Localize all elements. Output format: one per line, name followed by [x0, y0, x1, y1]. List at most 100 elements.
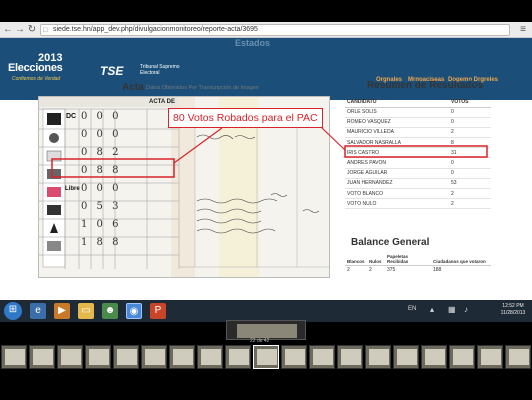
filmstrip-thumbnail[interactable] — [1, 345, 27, 369]
candidate-votes: 0 — [449, 157, 491, 169]
filmstrip-thumbnail[interactable] — [309, 345, 335, 369]
filmstrip-thumbnail[interactable] — [505, 345, 531, 369]
results-row: ROMEO VASQUEZ 0 — [345, 117, 491, 128]
form-header: ACTA DE — [149, 99, 175, 105]
people-icon[interactable]: ☻ — [102, 303, 118, 319]
powerpoint-icon[interactable]: P — [150, 303, 166, 319]
balance-blancos: 2 — [347, 267, 350, 274]
balance-table: Blancos Nulos Papeletas Recibidas Ciudad… — [345, 253, 491, 275]
filmstrip-thumbnail[interactable] — [477, 345, 503, 369]
vote-row: 0 5 3 — [81, 201, 122, 212]
party-code-libre: Libre — [65, 186, 80, 192]
vote-row: 0 8 8 — [81, 165, 122, 176]
language-indicator[interactable]: EN — [408, 306, 416, 312]
filmstrip-thumbnail[interactable] — [393, 345, 419, 369]
page-icon: □ — [43, 27, 48, 34]
results-title: Resumen de Resultados — [367, 80, 484, 91]
filmstrip-thumbnail[interactable] — [449, 345, 475, 369]
results-table: CANDIDATO VOTOS ORLE SOLIS 0 ROMEO VASQUEZ… — [345, 98, 491, 210]
candidate-votes: 0 — [449, 168, 491, 179]
explorer-icon[interactable]: e — [30, 303, 46, 319]
filmstrip-thumbnail[interactable] — [421, 345, 447, 369]
results-row: VOTO NULO 2 — [345, 198, 491, 210]
acta-subtitle: Datos Obtenidos Por Transcripción de Ima… — [146, 85, 259, 91]
filmstrip-thumbnail[interactable] — [29, 345, 55, 369]
system-tray: EN ▴ ▦ ♪ 12:52 PM 11/28/2013 — [408, 302, 528, 320]
elecciones-logo[interactable]: 2013 Elecciones Confiemos de Verdad — [8, 52, 70, 86]
vote-row: 0 0 0 — [81, 111, 122, 122]
url-field[interactable]: □ siede.tse.hn/app_dev.php/divulgacionmo… — [40, 24, 510, 36]
back-button[interactable]: ← — [2, 24, 14, 36]
ghost-heading: Estados — [235, 38, 271, 48]
filmstrip-thumbnail[interactable] — [113, 345, 139, 369]
candidate-name: JORGE AGUILAR — [345, 168, 449, 179]
results-row: VOTO BLANCO 2 — [345, 188, 491, 200]
candidate-votes: 8 — [449, 137, 491, 149]
vote-row: 0 0 0 — [81, 183, 122, 194]
candidate-name: VOTO NULO — [345, 198, 449, 210]
handwritten-votes: 0 0 0 0 0 0 0 8 2 0 8 8 0 0 0 0 5 3 1 0 … — [81, 111, 141, 255]
candidate-name: ORLE SOLIS — [345, 107, 449, 118]
candidate-votes: 2 — [449, 127, 491, 139]
filmstrip-thumbnail[interactable] — [225, 345, 251, 369]
filmstrip-thumbnail[interactable] — [337, 345, 363, 369]
reload-button[interactable]: ↻ — [26, 24, 38, 36]
filmstrip-thumbnail[interactable] — [85, 345, 111, 369]
candidate-name: IRIS CASTRO — [345, 147, 449, 159]
candidate-votes: 0 — [449, 117, 491, 128]
start-button[interactable]: ⊞ — [4, 302, 22, 320]
results-row: JORGE AGUILAR 0 — [345, 168, 491, 179]
results-row: MAURICIO VILLEDA 2 — [345, 127, 491, 139]
filmstrip-thumbnail[interactable] — [169, 345, 195, 369]
tse-subtitle: Tribunal Supremo Electoral — [140, 64, 180, 76]
balance-papeletas: 375 — [387, 267, 396, 274]
balance-row: 2 2 375 188 — [345, 266, 491, 275]
filmstrip-thumbnail[interactable] — [365, 345, 391, 369]
candidate-name: VOTO BLANCO — [345, 188, 449, 200]
col-blancos: Blancos — [345, 253, 367, 266]
clock[interactable]: 12:52 PM 11/28/2013 — [498, 303, 528, 317]
acta-title: Acta — [122, 82, 144, 93]
candidate-votes: 0 — [449, 107, 491, 118]
results-row: IRIS CASTRO 31 — [345, 147, 491, 159]
chrome-icon[interactable]: ◉ — [126, 303, 142, 319]
network-icon[interactable]: ▦ — [448, 305, 456, 314]
clock-date: 11/28/2013 — [500, 310, 526, 316]
results-panel: Resumen de Resultados CANDIDATO VOTOS OR… — [345, 78, 495, 278]
results-row: JUAN HERNANDEZ 53 — [345, 178, 491, 190]
screen: ← → ↻ □ siede.tse.hn/app_dev.php/divulga… — [0, 0, 532, 400]
filmstrip-thumbnail[interactable] — [281, 345, 307, 369]
active-slide-preview — [226, 320, 306, 340]
results-row: ANDRES PAVON 0 — [345, 157, 491, 169]
filmstrip-thumbnail[interactable] — [197, 345, 223, 369]
results-row: ORLE SOLIS 0 — [345, 107, 491, 118]
folder-icon[interactable]: ▭ — [78, 303, 94, 319]
candidate-votes: 2 — [449, 198, 491, 210]
filmstrip-thumbnail[interactable] — [141, 345, 167, 369]
vote-row: 0 0 0 — [81, 129, 122, 140]
tse-mark: TSE — [100, 64, 124, 78]
media-icon[interactable]: ▶ — [54, 303, 70, 319]
party-code-dc: DC — [66, 113, 77, 120]
balance-header-row: Blancos Nulos Papeletas Recibidas Ciudad… — [345, 253, 491, 266]
candidate-votes: 31 — [449, 147, 491, 159]
candidate-name: ANDRES PAVON — [345, 157, 449, 169]
vote-row: 1 8 8 — [81, 237, 122, 248]
vote-row: 1 0 6 — [81, 219, 122, 230]
col-nulos: Nulos — [367, 253, 385, 266]
browser-window: ← → ↻ □ siede.tse.hn/app_dev.php/divulga… — [0, 22, 532, 300]
tray-up-arrow-icon[interactable]: ▴ — [430, 305, 434, 314]
balance-nulos: 2 — [369, 267, 372, 274]
annotation-label: 80 Votos Robados para el PAC — [168, 108, 323, 128]
address-bar: ← → ↻ □ siede.tse.hn/app_dev.php/divulga… — [0, 22, 532, 38]
col-papeletas: Papeletas Recibidas — [385, 253, 431, 266]
filmstrip-thumbnail[interactable] — [253, 345, 279, 369]
col-ciudadanos: Ciudadanos que votaron — [431, 253, 491, 266]
forward-button[interactable]: → — [14, 24, 26, 36]
col-votes: VOTOS — [449, 98, 491, 108]
candidate-name: ROMEO VASQUEZ — [345, 117, 449, 128]
menu-icon[interactable]: ≡ — [520, 24, 526, 35]
col-candidate: CANDIDATO — [345, 98, 449, 108]
volume-icon[interactable]: ♪ — [464, 305, 468, 314]
filmstrip-thumbnail[interactable] — [57, 345, 83, 369]
